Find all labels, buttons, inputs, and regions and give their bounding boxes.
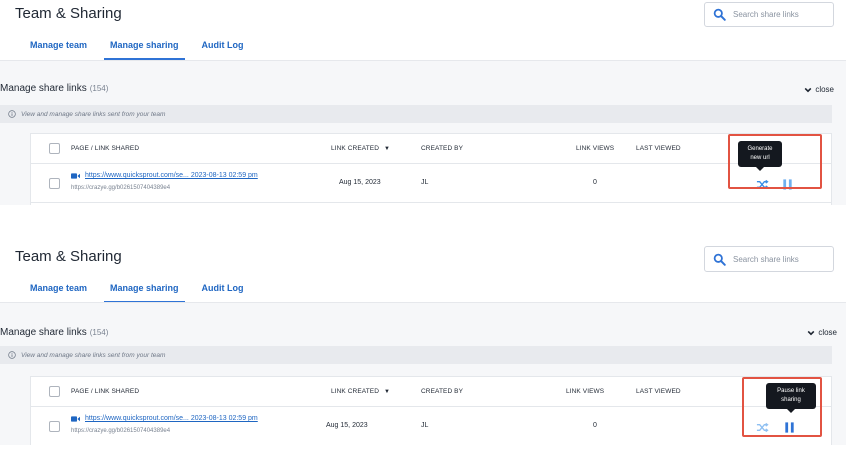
- shared-link-text: https://www.quicksprout.com/se... 2023-0…: [85, 415, 258, 422]
- short-url: https://crazye.gg/b0261507404389e4: [71, 428, 171, 434]
- search-input[interactable]: [733, 254, 823, 264]
- close-label: close: [818, 328, 837, 337]
- info-icon: [8, 110, 16, 118]
- col-views: LINK VIEWS: [566, 388, 605, 395]
- tooltip-generate-url: Generate new url: [738, 141, 782, 171]
- row-checkbox[interactable]: [49, 178, 60, 189]
- col-created-by: CREATED BY: [421, 388, 464, 395]
- section-title: Manage share links (154): [0, 83, 108, 94]
- tab-audit-log[interactable]: Audit Log: [202, 273, 244, 303]
- tooltip-pause-sharing: Pause link sharing: [766, 383, 816, 413]
- col-views: LINK VIEWS: [576, 145, 615, 152]
- tab-manage-sharing[interactable]: Manage sharing: [104, 273, 185, 303]
- shared-link-text: https://www.quicksprout.com/se... 2023-0…: [85, 172, 258, 179]
- search-input[interactable]: [733, 10, 823, 19]
- close-button[interactable]: close: [804, 85, 834, 94]
- col-page: PAGE / LINK SHARED: [71, 145, 140, 152]
- close-label: close: [815, 85, 834, 94]
- sort-caret-icon: ▼: [384, 389, 391, 395]
- info-bar: View and manage share links sent from yo…: [0, 105, 832, 123]
- table-header: PAGE / LINK SHARED LINK CREATED ▼ CREATED…: [31, 134, 831, 164]
- col-last-viewed: LAST VIEWED: [636, 388, 681, 395]
- short-url: https://crazye.gg/b0261507404389e4: [71, 185, 171, 191]
- shared-link[interactable]: https://www.quicksprout.com/se... 2023-0…: [71, 415, 258, 422]
- page-title: Team & Sharing: [15, 248, 122, 265]
- col-last-viewed: LAST VIEWED: [636, 145, 681, 152]
- tab-bar: Manage team Manage sharing Audit Log: [30, 273, 244, 303]
- col-page: PAGE / LINK SHARED: [71, 388, 140, 395]
- shared-link[interactable]: https://www.quicksprout.com/se... 2023-0…: [71, 172, 258, 179]
- table-row: https://www.quicksprout.com/se... 2023-0…: [31, 408, 831, 445]
- tab-bar: Manage team Manage sharing Audit Log: [30, 30, 244, 60]
- info-text: View and manage share links sent from yo…: [21, 351, 166, 359]
- row-checkbox[interactable]: [49, 421, 60, 432]
- info-text: View and manage share links sent from yo…: [21, 110, 166, 118]
- select-all-checkbox[interactable]: [49, 143, 60, 154]
- chevron-down-icon: [807, 330, 815, 335]
- video-icon: [71, 415, 80, 422]
- table-row: https://www.quicksprout.com/se... 2023-0…: [31, 165, 831, 203]
- tab-manage-sharing[interactable]: Manage sharing: [104, 30, 185, 60]
- sort-caret-icon: ▼: [384, 146, 391, 152]
- search-box[interactable]: [704, 246, 834, 272]
- close-button[interactable]: close: [807, 328, 837, 337]
- section-title-text: Manage share links: [0, 83, 87, 94]
- table-header: PAGE / LINK SHARED LINK CREATED ▼ CREATED…: [31, 377, 831, 407]
- search-box[interactable]: [704, 2, 834, 27]
- search-icon: [713, 253, 726, 266]
- panel-gap: [0, 205, 846, 240]
- video-icon: [71, 172, 80, 179]
- tab-manage-team[interactable]: Manage team: [30, 273, 87, 303]
- content-area: Manage share links (154) close View and m…: [0, 302, 846, 445]
- tab-audit-log[interactable]: Audit Log: [202, 30, 244, 60]
- info-icon: [8, 351, 16, 359]
- created-by: JL: [421, 179, 429, 186]
- screenshot-panel-top: Team & Sharing Manage team Manage sharin…: [0, 0, 846, 205]
- info-bar: View and manage share links sent from yo…: [0, 346, 832, 364]
- link-views: 0: [593, 179, 597, 186]
- col-created[interactable]: LINK CREATED ▼: [331, 388, 390, 395]
- share-links-table: PAGE / LINK SHARED LINK CREATED ▼ CREATED…: [30, 376, 832, 445]
- created-by: JL: [421, 422, 429, 429]
- col-created-label: LINK CREATED: [331, 145, 380, 152]
- created-date: Aug 15, 2023: [339, 179, 381, 186]
- share-links-table: PAGE / LINK SHARED LINK CREATED ▼ CREATED…: [30, 133, 832, 205]
- screenshot-panel-bottom: Team & Sharing Manage team Manage sharin…: [0, 240, 846, 445]
- search-icon: [713, 8, 726, 21]
- created-date: Aug 15, 2023: [326, 422, 368, 429]
- link-count: (154): [89, 84, 109, 93]
- link-count: (154): [89, 328, 109, 337]
- col-created[interactable]: LINK CREATED ▼: [331, 145, 390, 152]
- chevron-down-icon: [804, 87, 812, 92]
- col-created-by: CREATED BY: [421, 145, 464, 152]
- section-title: Manage share links (154): [0, 327, 108, 338]
- link-views: 0: [593, 422, 597, 429]
- section-title-text: Manage share links: [0, 327, 87, 338]
- page-title: Team & Sharing: [15, 5, 122, 22]
- col-created-label: LINK CREATED: [331, 388, 380, 395]
- content-area: Manage share links (154) close View and m…: [0, 60, 846, 205]
- tab-manage-team[interactable]: Manage team: [30, 30, 87, 60]
- select-all-checkbox[interactable]: [49, 386, 60, 397]
